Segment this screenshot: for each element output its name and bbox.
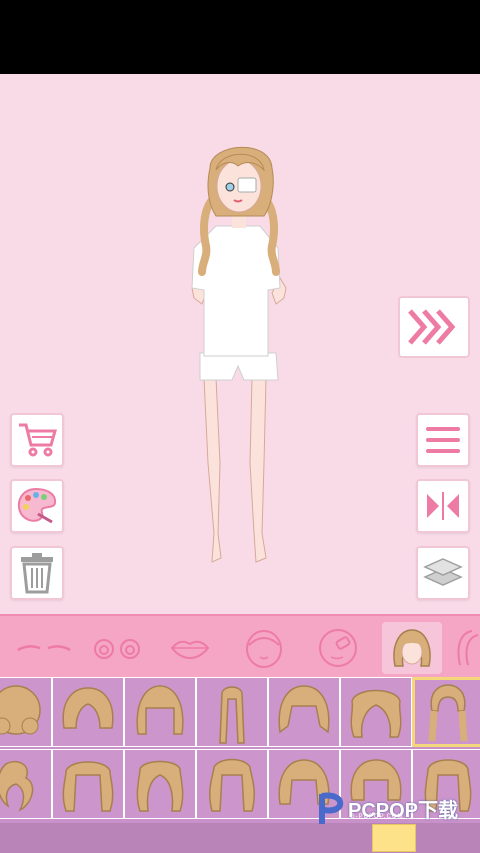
eyebrows-icon	[17, 645, 71, 652]
triple-chevron-right-icon	[408, 309, 456, 345]
hair-option[interactable]	[124, 677, 196, 747]
hair-icon	[393, 629, 431, 667]
hair-bob-icon	[62, 687, 114, 729]
hair-wavy-icon	[350, 689, 402, 738]
hair-wavy-long-icon	[209, 758, 255, 812]
palette-button[interactable]	[10, 479, 64, 533]
face-sticker-icon	[319, 629, 357, 667]
hair-option[interactable]	[0, 749, 52, 819]
category-lips[interactable]	[160, 622, 220, 674]
hair-half-up-icon	[136, 760, 184, 812]
category-face[interactable]	[234, 622, 294, 674]
shopping-cart-icon	[19, 423, 57, 457]
hair-option[interactable]	[0, 677, 52, 747]
hair-curls-long-icon	[62, 761, 114, 812]
hair-option[interactable]	[196, 677, 268, 747]
watermark: PCPOP下载 G-PCPOP.COM	[316, 790, 458, 826]
menu-icon	[426, 427, 460, 453]
hair-option[interactable]	[340, 677, 412, 747]
character-figure	[191, 146, 287, 563]
watermark-logo-icon	[319, 792, 344, 824]
mirror-flip-icon	[427, 492, 459, 520]
delete-button[interactable]	[10, 546, 64, 600]
hair-layered-icon	[278, 685, 330, 734]
hair-braids-icon	[428, 684, 468, 742]
layers-icon	[423, 558, 463, 586]
category-face-sticker[interactable]	[308, 622, 368, 674]
category-eyebrows[interactable]	[14, 622, 74, 674]
palette-icon	[17, 487, 57, 524]
hair-side-icon	[457, 630, 479, 666]
category-hair[interactable]	[382, 622, 442, 674]
category-hair-side[interactable]	[452, 622, 480, 674]
lips-icon	[170, 640, 210, 660]
hair-ponytail-icon	[0, 760, 34, 812]
watermark-subtext: G-PCPOP.COM	[350, 814, 404, 820]
category-bar	[0, 614, 480, 678]
hair-long-straight-icon	[219, 686, 245, 744]
hair-option[interactable]	[124, 749, 196, 819]
page-indicator[interactable]	[372, 824, 416, 852]
hair-option[interactable]	[268, 677, 340, 747]
flip-button[interactable]	[416, 479, 470, 533]
hair-bangs-icon	[136, 685, 184, 735]
next-button[interactable]	[398, 296, 470, 358]
eyes-icon	[94, 639, 140, 659]
status-bar	[0, 0, 480, 74]
hair-option[interactable]	[52, 749, 124, 819]
category-eyes[interactable]	[88, 622, 148, 674]
hair-option[interactable]	[52, 677, 124, 747]
shop-button[interactable]	[10, 413, 64, 467]
face-icon	[246, 630, 282, 668]
hair-option[interactable]	[196, 749, 268, 819]
hair-option-selected[interactable]	[412, 677, 480, 747]
menu-button[interactable]	[416, 413, 470, 467]
trash-icon	[21, 553, 53, 594]
layers-button[interactable]	[416, 546, 470, 600]
hair-curly-icon	[0, 685, 41, 735]
